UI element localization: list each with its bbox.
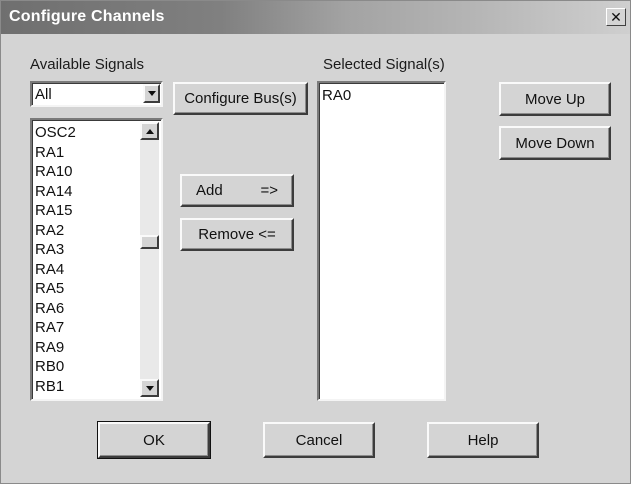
signal-filter-combobox[interactable]: All: [30, 81, 163, 107]
available-signals-items: OSC2 RA1 RA10 RA14 RA15 RA2 RA3 RA4 RA5 RA6 RA7 RA9…: [35, 123, 76, 396]
remove-button[interactable]: Remove <=: [180, 218, 294, 251]
available-signals-list[interactable]: OSC2 RA1 RA10 RA14 RA15 RA2 RA3 RA4 RA5 RA6 RA7 RA9…: [30, 118, 163, 401]
available-signals-label: Available Signals: [30, 56, 144, 73]
selected-signals-label: Selected Signal(s): [323, 56, 445, 73]
available-list-scrollbar[interactable]: [140, 122, 159, 397]
ok-button[interactable]: OK: [97, 421, 211, 459]
configure-bus-button[interactable]: Configure Bus(s): [173, 82, 308, 115]
move-down-button[interactable]: Move Down: [499, 126, 611, 160]
close-button[interactable]: ✕: [606, 8, 626, 26]
window-title: Configure Channels: [9, 8, 165, 25]
scroll-thumb[interactable]: [140, 235, 159, 249]
selected-list-item[interactable]: RA0: [322, 86, 351, 106]
available-list-item[interactable]: RA14: [35, 182, 76, 202]
available-list-item[interactable]: RA10: [35, 162, 76, 182]
available-list-item[interactable]: RA3: [35, 240, 76, 260]
available-list-item[interactable]: RA7: [35, 318, 76, 338]
add-button-arrow: =>: [260, 182, 278, 199]
cancel-button[interactable]: Cancel: [263, 422, 375, 458]
add-button[interactable]: Add =>: [180, 174, 294, 207]
scroll-up-button[interactable]: [140, 122, 159, 140]
available-list-item[interactable]: RA5: [35, 279, 76, 299]
scroll-down-arrow-icon: [145, 385, 154, 391]
signal-filter-value: All: [35, 86, 52, 103]
signal-filter-dropdown-button[interactable]: [143, 84, 160, 103]
scroll-up-arrow-icon: [145, 128, 154, 134]
available-list-item[interactable]: RB0: [35, 357, 76, 377]
selected-signals-list[interactable]: RA0: [317, 81, 446, 401]
chevron-down-icon: [147, 91, 156, 96]
help-button[interactable]: Help: [427, 422, 539, 458]
title-bar[interactable]: Configure Channels ✕: [1, 1, 630, 34]
available-list-item[interactable]: RA2: [35, 221, 76, 241]
available-list-item[interactable]: RA4: [35, 260, 76, 280]
available-list-item[interactable]: RA15: [35, 201, 76, 221]
close-icon: ✕: [610, 9, 622, 25]
available-list-item[interactable]: RB1: [35, 377, 76, 397]
available-list-item[interactable]: OSC2: [35, 123, 76, 143]
available-list-item[interactable]: RA6: [35, 299, 76, 319]
configure-channels-dialog: Configure Channels ✕ Available Signals A…: [0, 0, 631, 484]
scroll-down-button[interactable]: [140, 379, 159, 397]
move-up-button[interactable]: Move Up: [499, 82, 611, 116]
selected-signals-items: RA0: [322, 86, 351, 106]
available-list-item[interactable]: RA1: [35, 143, 76, 163]
add-button-label: Add: [196, 182, 223, 199]
available-list-item[interactable]: RA9: [35, 338, 76, 358]
